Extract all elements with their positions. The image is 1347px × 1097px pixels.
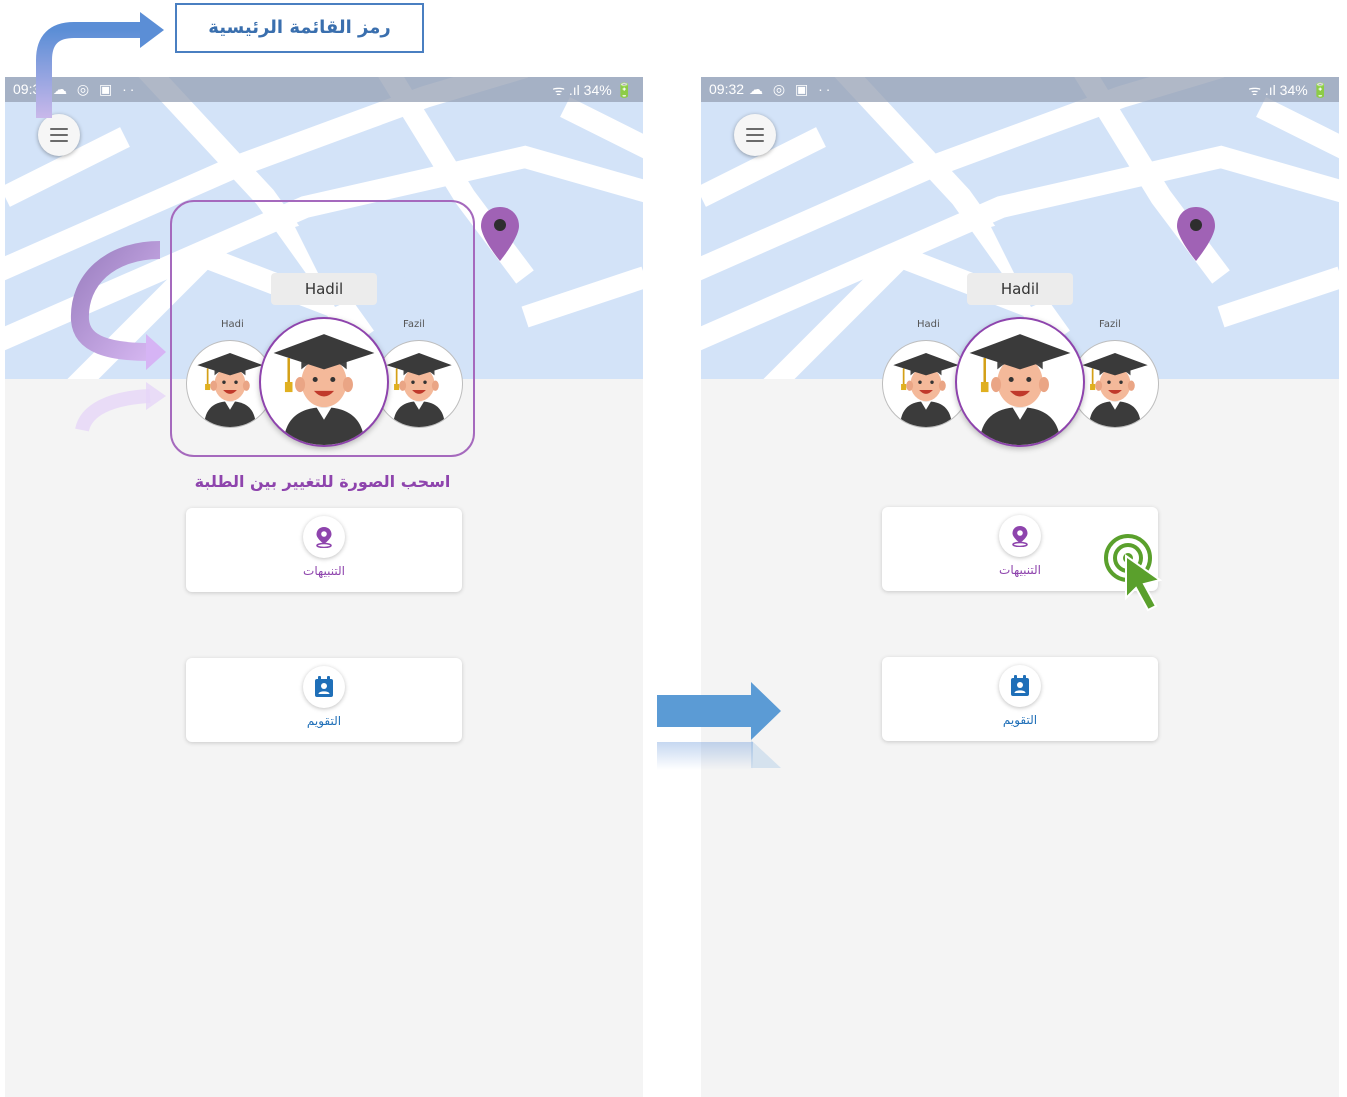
graduate-icon [273,334,375,445]
student-avatar-current[interactable] [955,317,1085,447]
student-avatar-current[interactable] [259,317,389,447]
transition-arrow [657,682,781,770]
menu-annotation-arrow [36,12,164,118]
tap-cursor-icon [1104,534,1163,612]
swipe-gesture-arrow [70,241,166,433]
annotation-overlay [36,12,1163,770]
graduate-icon [969,334,1071,445]
